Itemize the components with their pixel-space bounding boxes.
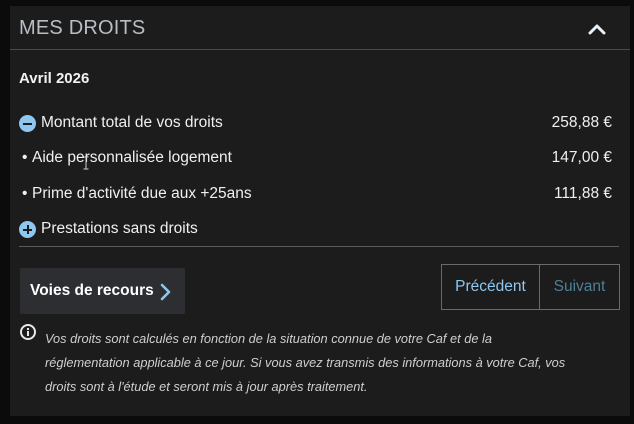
note-line: droits sont à l'étude et seront mis à jo… [45,379,368,394]
minus-circle-icon[interactable] [19,115,36,132]
divider [19,246,619,247]
prime-label: Prime d'activité due aux +25ans [32,185,252,202]
bullet: • [22,185,28,202]
voies-de-recours-button[interactable]: Voies de recours [20,268,185,314]
sans-droits-row[interactable]: Prestations sans droits [19,218,612,240]
chevron-up-icon [588,24,606,35]
note-line: réglementation applicable à ce jour. Si … [45,355,566,370]
panel-title: MES DROITS [19,17,146,39]
precedent-button[interactable]: Précédent [442,265,540,309]
total-label: Montant total de vos droits [41,114,223,131]
plus-circle-icon[interactable] [19,221,36,238]
collapse-button[interactable] [586,18,608,40]
sans-droits-label: Prestations sans droits [41,220,198,237]
info-note: Vos droits sont calculés en fonction de … [45,327,615,399]
period-title: Avril 2026 [19,70,90,87]
suivant-button[interactable]: Suivant [540,265,619,309]
droits-panel: MES DROITS Avril 2026 Montant total de v… [10,6,630,416]
apl-amount: 147,00 € [551,149,612,166]
panel-header[interactable]: MES DROITS [10,6,630,50]
chevron-right-icon [160,283,171,301]
total-amount: 258,88 € [551,114,612,131]
info-icon [20,324,36,340]
text-cursor-icon [83,156,89,170]
pagination: Précédent Suivant [441,264,620,310]
note-line: Vos droits sont calculés en fonction de … [45,331,492,346]
bullet: • [22,149,28,166]
recours-label: Voies de recours [30,282,154,299]
prime-amount: 111,88 € [553,185,612,202]
prime-row: • Prime d'activité due aux +25ans 111,88… [19,183,612,205]
total-row[interactable]: Montant total de vos droits 258,88 € [19,112,612,134]
apl-label: Aide personnalisée logement [32,149,232,166]
apl-row: • Aide personnalisée logement 147,00 € [19,147,612,169]
